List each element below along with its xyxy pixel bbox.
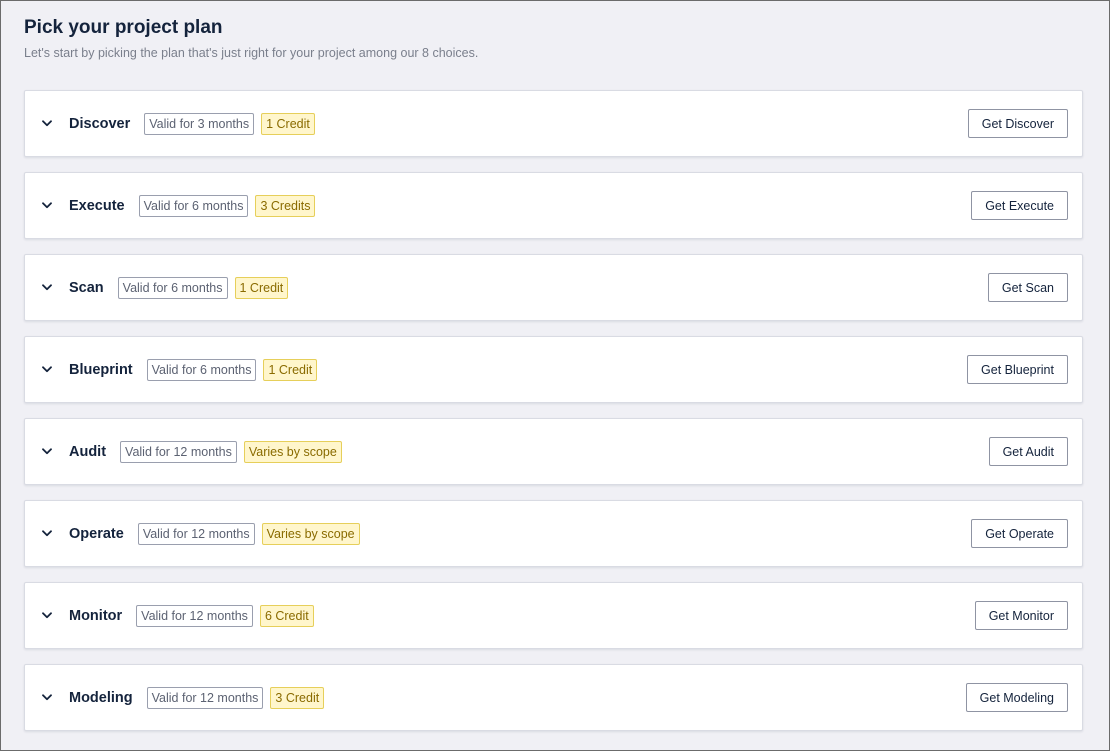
chevron-down-icon[interactable] (39, 198, 55, 214)
chevron-down-icon[interactable] (39, 690, 55, 706)
plan-card-scan: Scan Valid for 6 months 1 Credit Get Sca… (24, 254, 1083, 321)
chevron-down-icon[interactable] (39, 362, 55, 378)
plan-name: Operate (69, 525, 124, 542)
get-discover-button[interactable]: Get Discover (967, 109, 1068, 138)
plan-name: Monitor (69, 607, 123, 624)
plan-name: Execute (69, 197, 125, 214)
credit-badge: 1 Credit (234, 276, 289, 299)
plan-card-discover: Discover Valid for 3 months 1 Credit Get… (24, 90, 1083, 157)
page-subtitle: Let's start by picking the plan that's j… (24, 46, 479, 60)
plan-name: Discover (69, 115, 131, 132)
get-blueprint-button[interactable]: Get Blueprint (967, 355, 1068, 384)
chevron-down-icon[interactable] (39, 526, 55, 542)
plan-card-operate: Operate Valid for 12 months Varies by sc… (24, 500, 1083, 567)
plan-card-monitor: Monitor Valid for 12 months 6 Credit Get… (24, 582, 1083, 649)
plan-name: Blueprint (69, 361, 133, 378)
credit-badge: Varies by scope (243, 440, 342, 463)
chevron-down-icon[interactable] (39, 280, 55, 296)
plan-name: Modeling (69, 689, 133, 706)
chevron-down-icon[interactable] (39, 608, 55, 624)
validity-badge: Valid for 6 months (117, 276, 228, 299)
plan-card-modeling: Modeling Valid for 12 months 3 Credit Ge… (24, 664, 1083, 731)
validity-badge: Valid for 3 months (144, 112, 255, 135)
plan-list: Discover Valid for 3 months 1 Credit Get… (24, 90, 1083, 746)
plan-name: Scan (69, 279, 104, 296)
get-monitor-button[interactable]: Get Monitor (974, 601, 1068, 630)
validity-badge: Valid for 12 months (146, 686, 264, 709)
validity-badge: Valid for 6 months (138, 194, 249, 217)
credit-badge: 3 Credit (270, 686, 325, 709)
credit-badge: 1 Credit (263, 358, 318, 381)
chevron-down-icon[interactable] (39, 444, 55, 460)
credit-badge: 3 Credits (255, 194, 316, 217)
get-scan-button[interactable]: Get Scan (987, 273, 1068, 302)
validity-badge: Valid for 12 months (137, 522, 255, 545)
plan-card-blueprint: Blueprint Valid for 6 months 1 Credit Ge… (24, 336, 1083, 403)
get-execute-button[interactable]: Get Execute (971, 191, 1068, 220)
credit-badge: 6 Credit (259, 604, 314, 627)
chevron-down-icon[interactable] (39, 116, 55, 132)
plan-name: Audit (69, 443, 107, 460)
get-audit-button[interactable]: Get Audit (988, 437, 1068, 466)
get-modeling-button[interactable]: Get Modeling (965, 683, 1068, 712)
credit-badge: 1 Credit (261, 112, 315, 135)
validity-badge: Valid for 6 months (146, 358, 257, 381)
page-title: Pick your project plan (24, 17, 223, 38)
credit-badge: Varies by scope (261, 522, 360, 545)
validity-badge: Valid for 12 months (136, 604, 253, 627)
validity-badge: Valid for 12 months (120, 440, 237, 463)
plan-card-execute: Execute Valid for 6 months 3 Credits Get… (24, 172, 1083, 239)
plan-card-audit: Audit Valid for 12 months Varies by scop… (24, 418, 1083, 485)
get-operate-button[interactable]: Get Operate (971, 519, 1068, 548)
